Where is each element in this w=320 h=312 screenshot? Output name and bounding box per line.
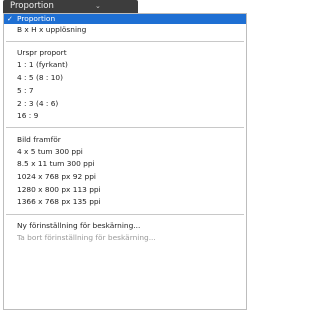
menu-item-preset-1024x768[interactable]: 1024 x 768 px 92 ppi — [4, 172, 246, 182]
menu-item-ratio-1-1[interactable]: 1 : 1 (fyrkant) — [4, 60, 246, 70]
menu-separator — [6, 41, 244, 42]
menu-item-label: 4 x 5 tum 300 ppi — [17, 147, 83, 156]
menu-item-label: Urspr proport — [17, 48, 67, 57]
dropdown-label: Proportion — [10, 1, 54, 11]
menu-item-label: 1024 x 768 px 92 ppi — [17, 172, 96, 181]
menu-item-bxh-resolution[interactable]: B x H x upplösning — [4, 25, 246, 35]
menu-item-front-image[interactable]: Bild framför — [4, 135, 246, 145]
chevron-down-icon: ⌄ — [95, 2, 101, 10]
menu-item-ratio-2-3[interactable]: 2 : 3 (4 : 6) — [4, 99, 246, 109]
menu-item-label: Proportion — [17, 14, 56, 23]
menu-separator — [6, 214, 244, 215]
menu-item-original-ratio[interactable]: Urspr proport — [4, 48, 246, 58]
menu-item-ratio-4-5[interactable]: 4 : 5 (8 : 10) — [4, 73, 246, 83]
checkmark-icon: ✓ — [7, 15, 13, 23]
ratio-dropdown-menu: ✓ Proportion B x H x upplösning Urspr pr… — [3, 13, 247, 310]
menu-item-label: 4 : 5 (8 : 10) — [17, 73, 64, 82]
menu-item-label: Bild framför — [17, 135, 61, 144]
menu-item-label: Ta bort förinställning för beskärning... — [17, 233, 156, 242]
menu-item-proportion[interactable]: ✓ Proportion — [4, 14, 246, 24]
menu-item-label: 1366 x 768 px 135 ppi — [17, 197, 101, 206]
menu-item-label: Ny förinställning för beskärning... — [17, 221, 141, 230]
crop-ratio-menu-screen: Proportion ⌄ ✓ Proportion B x H x upplös… — [0, 0, 254, 312]
menu-item-preset-4x5[interactable]: 4 x 5 tum 300 ppi — [4, 147, 246, 157]
menu-item-new-crop-preset[interactable]: Ny förinställning för beskärning... — [4, 221, 246, 231]
menu-item-label: 5 : 7 — [17, 86, 34, 95]
menu-item-label: B x H x upplösning — [17, 25, 87, 34]
menu-item-label: 1 : 1 (fyrkant) — [17, 60, 68, 69]
menu-item-label: 1280 x 800 px 113 ppi — [17, 185, 101, 194]
menu-item-label: 8.5 x 11 tum 300 ppi — [17, 159, 95, 168]
crop-ratio-dropdown[interactable]: Proportion ⌄ — [3, 0, 138, 13]
menu-item-preset-8-5x11[interactable]: 8.5 x 11 tum 300 ppi — [4, 159, 246, 169]
menu-separator — [6, 127, 244, 128]
menu-item-preset-1280x800[interactable]: 1280 x 800 px 113 ppi — [4, 185, 246, 195]
menu-item-delete-crop-preset: Ta bort förinställning för beskärning... — [4, 233, 246, 243]
menu-item-label: 2 : 3 (4 : 6) — [17, 99, 59, 108]
menu-item-ratio-16-9[interactable]: 16 : 9 — [4, 111, 246, 121]
menu-item-preset-1366x768[interactable]: 1366 x 768 px 135 ppi — [4, 197, 246, 207]
menu-item-label: 16 : 9 — [17, 111, 39, 120]
menu-item-ratio-5-7[interactable]: 5 : 7 — [4, 86, 246, 96]
